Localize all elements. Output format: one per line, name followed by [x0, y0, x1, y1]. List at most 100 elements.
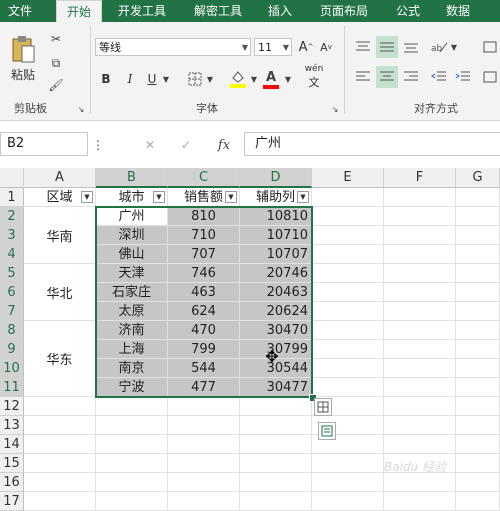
chevron-down-icon[interactable]: ▼	[450, 40, 458, 54]
empty-cell[interactable]	[168, 492, 240, 511]
formula-input[interactable]: 广州	[244, 132, 500, 156]
row-header[interactable]: 3	[0, 226, 24, 245]
cancel-icon[interactable]: ✕	[140, 136, 160, 154]
empty-cell[interactable]	[312, 340, 384, 359]
fill-color-icon[interactable]	[228, 68, 248, 90]
empty-cell[interactable]	[456, 492, 500, 511]
row-header[interactable]: 9	[0, 340, 24, 359]
empty-cell[interactable]	[312, 492, 384, 511]
align-top-icon[interactable]	[352, 36, 374, 58]
tab-decrypt[interactable]: 解密工具	[184, 0, 252, 22]
empty-cell[interactable]	[312, 226, 384, 245]
helper-cell[interactable]: 20746	[240, 264, 312, 283]
tab-page-layout[interactable]: 页面布局	[308, 0, 380, 22]
empty-cell[interactable]	[384, 283, 456, 302]
empty-cell[interactable]	[96, 454, 168, 473]
align-right-icon[interactable]	[400, 66, 422, 88]
empty-cell[interactable]	[168, 397, 240, 416]
column-header-d[interactable]: D	[240, 168, 312, 188]
city-cell[interactable]: 太原	[96, 302, 168, 321]
empty-cell[interactable]	[240, 454, 312, 473]
borders-icon[interactable]	[186, 70, 204, 88]
row-header[interactable]: 6	[0, 283, 24, 302]
empty-cell[interactable]	[96, 492, 168, 511]
empty-cell[interactable]	[384, 207, 456, 226]
city-cell[interactable]: 石家庄	[96, 283, 168, 302]
city-cell[interactable]: 深圳	[96, 226, 168, 245]
empty-cell[interactable]	[456, 302, 500, 321]
empty-cell[interactable]	[384, 264, 456, 283]
column-header-e[interactable]: E	[312, 168, 384, 188]
empty-cell[interactable]	[456, 264, 500, 283]
empty-cell[interactable]	[24, 416, 96, 435]
empty-cell[interactable]	[24, 492, 96, 511]
row-header[interactable]: 1	[0, 188, 24, 207]
empty-cell[interactable]	[456, 416, 500, 435]
city-cell[interactable]: 宁波	[96, 378, 168, 397]
empty-cell[interactable]	[312, 283, 384, 302]
empty-cell[interactable]	[96, 416, 168, 435]
empty-cell[interactable]	[384, 397, 456, 416]
row-header[interactable]: 14	[0, 435, 24, 454]
header-cell-region[interactable]: 区域 ▼	[24, 188, 96, 207]
row-header[interactable]: 10	[0, 359, 24, 378]
empty-cell[interactable]	[168, 473, 240, 492]
sales-cell[interactable]: 810	[168, 207, 240, 226]
helper-cell[interactable]: 20624	[240, 302, 312, 321]
row-header[interactable]: 13	[0, 416, 24, 435]
region-cell[interactable]: 华北	[24, 264, 96, 321]
city-cell[interactable]: 天津	[96, 264, 168, 283]
empty-cell[interactable]	[312, 245, 384, 264]
dialog-launcher-icon[interactable]: ↘	[76, 104, 86, 114]
empty-cell[interactable]	[384, 226, 456, 245]
helper-cell[interactable]: 20463	[240, 283, 312, 302]
grow-font-button[interactable]: A ^	[298, 38, 314, 56]
copy-icon[interactable]: ⧉	[46, 54, 66, 72]
city-cell[interactable]: 广州	[96, 207, 168, 226]
underline-button[interactable]: U	[144, 70, 160, 88]
empty-cell[interactable]	[456, 340, 500, 359]
empty-cell[interactable]	[312, 264, 384, 283]
empty-cell[interactable]	[456, 321, 500, 340]
empty-cell[interactable]	[384, 416, 456, 435]
empty-cell[interactable]	[456, 283, 500, 302]
sales-cell[interactable]: 710	[168, 226, 240, 245]
column-header-c[interactable]: C	[168, 168, 240, 188]
sales-cell[interactable]: 707	[168, 245, 240, 264]
sales-cell[interactable]: 624	[168, 302, 240, 321]
shrink-font-button[interactable]: Av	[318, 38, 334, 56]
sales-cell[interactable]: 544	[168, 359, 240, 378]
row-header[interactable]: 15	[0, 454, 24, 473]
align-left-icon[interactable]	[352, 66, 374, 88]
row-header[interactable]: 4	[0, 245, 24, 264]
row-header[interactable]: 11	[0, 378, 24, 397]
empty-cell[interactable]	[312, 188, 384, 207]
empty-cell[interactable]	[96, 473, 168, 492]
sales-cell[interactable]: 477	[168, 378, 240, 397]
italic-button[interactable]: I	[122, 70, 138, 88]
row-header[interactable]: 16	[0, 473, 24, 492]
row-header[interactable]: 7	[0, 302, 24, 321]
empty-cell[interactable]	[240, 397, 312, 416]
orientation-icon[interactable]: ab	[428, 36, 450, 58]
empty-cell[interactable]	[384, 473, 456, 492]
format-painter-icon[interactable]: 🖌	[46, 76, 66, 94]
empty-cell[interactable]	[456, 378, 500, 397]
empty-cell[interactable]	[24, 397, 96, 416]
row-header[interactable]: 12	[0, 397, 24, 416]
insert-function-icon[interactable]: fx	[212, 136, 236, 154]
filter-dropdown-icon[interactable]: ▼	[297, 191, 309, 203]
helper-cell[interactable]: 30470	[240, 321, 312, 340]
city-cell[interactable]: 济南	[96, 321, 168, 340]
align-center-icon[interactable]	[376, 66, 398, 88]
empty-cell[interactable]	[168, 454, 240, 473]
empty-cell[interactable]	[24, 454, 96, 473]
align-bottom-icon[interactable]	[400, 36, 422, 58]
row-header[interactable]: 17	[0, 492, 24, 511]
filter-dropdown-icon[interactable]: ▼	[153, 191, 165, 203]
header-cell-city[interactable]: 城市 ▼	[96, 188, 168, 207]
tab-developer[interactable]: 开发工具	[108, 0, 176, 22]
empty-cell[interactable]	[456, 207, 500, 226]
helper-cell[interactable]: 10707	[240, 245, 312, 264]
empty-cell[interactable]	[384, 492, 456, 511]
